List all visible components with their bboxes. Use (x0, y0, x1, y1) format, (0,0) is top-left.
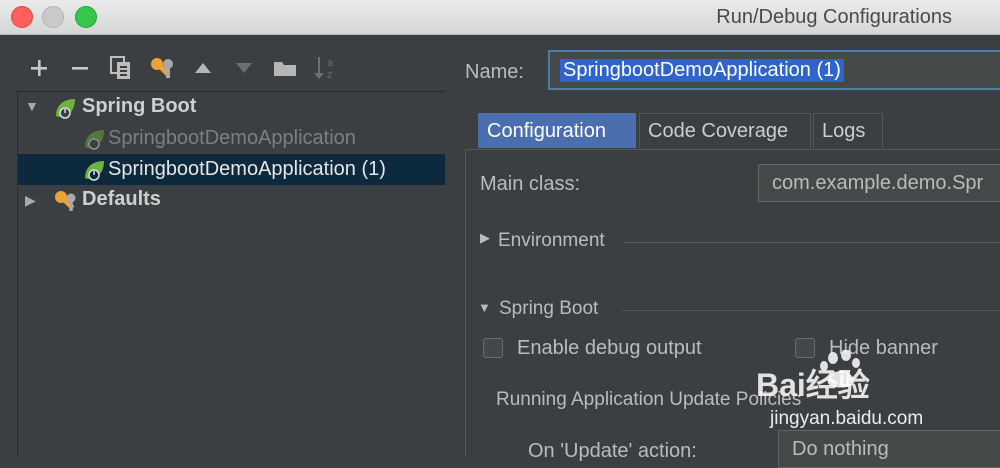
name-input-value: SpringbootDemoApplication (1) (560, 59, 844, 82)
tab-logs[interactable]: Logs (813, 113, 883, 148)
minus-icon[interactable] (59, 51, 100, 85)
tab-code-coverage[interactable]: Code Coverage (639, 113, 811, 148)
spring-boot-collapse-icon[interactable]: ▼ (478, 300, 491, 315)
environment-expand-icon[interactable]: ▶ (480, 230, 490, 246)
close-window-button[interactable] (11, 6, 33, 28)
title-bar: Run/Debug Configurations (0, 0, 1000, 35)
name-input[interactable]: SpringbootDemoApplication (1) (548, 50, 1000, 90)
wrench-icon[interactable] (141, 51, 182, 85)
sort-az-icon[interactable]: az (305, 51, 346, 85)
wrench-icon (53, 189, 77, 213)
collapse-arrow-icon[interactable]: ▼ (25, 98, 39, 114)
watermark-text: Bai经验 (756, 367, 870, 403)
spring-boot-section-label[interactable]: Spring Boot (499, 298, 598, 320)
svg-text:a: a (327, 58, 333, 69)
spring-boot-icon (53, 96, 77, 120)
configuration-tree: ▼ Spring Boot SpringbootDemoApplication … (17, 91, 445, 457)
minimize-window-button[interactable] (42, 6, 64, 28)
enable-debug-label[interactable]: Enable debug output (517, 337, 702, 360)
tree-group-defaults[interactable]: ▶ Defaults (18, 185, 445, 216)
section-divider (622, 310, 1000, 311)
configurations-pane: az ▼ Spring Boot SpringbootDemoApplicati… (0, 35, 445, 457)
folder-icon[interactable] (264, 51, 305, 85)
arrow-up-icon[interactable] (182, 51, 223, 85)
tab-configuration[interactable]: Configuration (478, 113, 636, 148)
update-action-label: On 'Update' action: (528, 440, 697, 462)
tree-item-springboot-demo-application[interactable]: SpringbootDemoApplication (18, 123, 445, 154)
spring-boot-icon (82, 127, 106, 151)
watermark-url: jingyan.baidu.com (770, 408, 924, 429)
svg-text:z: z (327, 70, 332, 81)
tree-group-spring-boot[interactable]: ▼ Spring Boot (18, 92, 445, 123)
tree-item-label: SpringbootDemoApplication (1) (108, 158, 386, 180)
update-action-value: Do nothing (792, 438, 889, 460)
copy-icon[interactable] (100, 51, 141, 85)
tree-item-label: SpringbootDemoApplication (108, 127, 356, 149)
toolbar: az (18, 50, 346, 86)
tree-item-springboot-demo-application-1[interactable]: SpringbootDemoApplication (1) (18, 154, 445, 185)
environment-section-label[interactable]: Environment (498, 230, 605, 252)
name-label: Name: (465, 61, 524, 83)
spring-boot-icon (82, 158, 106, 182)
update-action-select[interactable]: Do nothing (778, 430, 1000, 468)
window-title: Run/Debug Configurations (716, 6, 952, 28)
main-class-label: Main class: (480, 173, 581, 195)
main-class-input[interactable]: com.example.demo.Spr (758, 164, 1000, 202)
arrow-down-icon[interactable] (223, 51, 264, 85)
main-class-value: com.example.demo.Spr (772, 172, 984, 194)
baidu-watermark: Bai经验 jingyan.baidu.com (748, 350, 948, 430)
tree-group-label: Defaults (82, 188, 161, 210)
section-divider (624, 242, 1000, 243)
tree-group-label: Spring Boot (82, 95, 197, 117)
maximize-window-button[interactable] (75, 6, 97, 28)
plus-icon[interactable] (18, 51, 59, 85)
enable-debug-checkbox[interactable] (483, 338, 503, 358)
expand-arrow-icon[interactable]: ▶ (25, 192, 36, 209)
